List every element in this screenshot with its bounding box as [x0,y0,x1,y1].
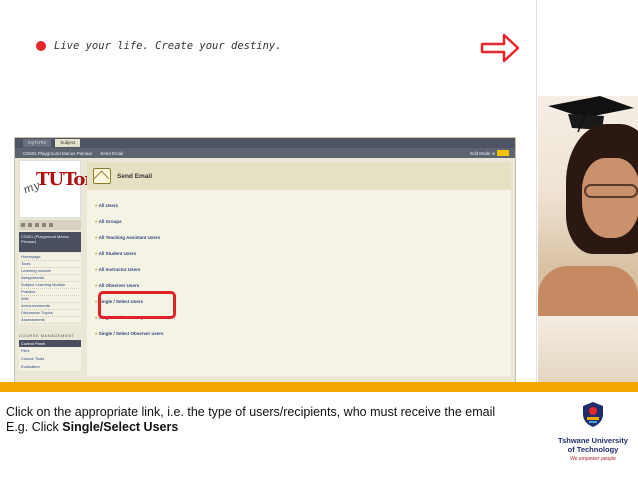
highlight-box [98,291,176,319]
tagline-text: Live your life. Create your destiny. [54,40,282,52]
photo-face [582,158,638,238]
link-all-groups[interactable]: All Groups [95,214,511,230]
recipient-links: All Users All Groups All Teaching Assist… [87,190,511,342]
course-menu: Homepage Tools Learning module Assignmen… [19,253,81,325]
lms-screenshot: myTUTor Subject CS601 Playground Marius … [14,137,516,383]
edit-mode-toggle[interactable]: Edit Mode is [470,150,515,156]
edit-mode-label: Edit Mode is [470,150,495,156]
course-menu-item[interactable]: Subject Learning Module [21,282,79,289]
control-panel-item[interactable]: Course Tools [19,355,81,363]
control-panel-item[interactable]: Files [19,347,81,355]
sidebar-toolbar [19,220,81,230]
bullet-dot-icon [36,41,46,51]
refresh-icon[interactable] [28,223,32,227]
add-icon[interactable] [21,223,25,227]
university-name-line1: Tshwane University [558,436,628,445]
lms-top-tabs: myTUTor Subject [15,138,515,148]
course-menu-item[interactable]: Assessments [21,317,79,324]
course-title-block: CS601 (Playground Marius Pienaar) [19,232,81,252]
link-all-teaching-assistant-users[interactable]: All Teaching Assistant Users [95,230,511,246]
caption-line-2: E.g. Click Single/Select Users [6,420,536,435]
tab-mytutor[interactable]: myTUTor [23,139,52,147]
course-menu-item[interactable]: Wiki [21,296,79,303]
link-all-student-users[interactable]: All Student Users [95,246,511,262]
university-name-line2: of Technology [567,445,619,454]
breadcrumb-page: Send Email [100,150,124,156]
logo-tutor-text: TUTor [36,169,94,190]
course-menu-item[interactable]: Tools [21,261,79,268]
breadcrumb: CS601 Playground Marius Pienaar Send Ema… [15,148,515,158]
yellow-bar [0,382,638,392]
collapse-icon[interactable] [49,223,53,227]
vertical-divider [536,0,537,390]
link-single-select-observer-users[interactable]: Single / Select Observer users [95,326,511,342]
right-arrow-icon [480,33,520,63]
page-title-text: Send Email [117,172,153,180]
tut-emblem-icon [583,402,603,427]
control-panel-item[interactable]: Evaluation [19,363,81,371]
expand-icon[interactable] [42,223,46,227]
course-menu-item[interactable]: Homepage [21,254,79,261]
university-name: Tshwane University of Technology [558,436,628,454]
envelope-icon [93,168,111,184]
tab-subject[interactable]: Subject [55,139,81,147]
course-menu-item[interactable]: Announcements [21,303,79,310]
course-menu-item[interactable]: Learning module [21,268,79,275]
control-panel-header[interactable]: Control Panel [19,340,81,347]
course-menu-item[interactable]: Practice [21,289,79,296]
sort-icon[interactable] [35,223,39,227]
course-menu-item[interactable]: Discussion Topics [21,310,79,317]
link-all-users[interactable]: All Users [95,198,511,214]
photo-book [538,316,638,382]
university-slogan: We empower people [570,456,616,462]
glasses-icon [584,184,638,198]
course-management-label: COURSE MANAGEMENT [19,333,75,338]
course-menu-item[interactable]: Assignments [21,275,79,282]
caption-bold: Single/Select Users [62,420,179,434]
breadcrumb-course[interactable]: CS601 Playground Marius Pienaar [23,151,92,156]
edit-mode-on-button[interactable] [497,150,509,156]
instruction-caption: Click on the appropriate link, i.e. the … [6,405,536,435]
link-all-instructor-users[interactable]: All Instructor Users [95,262,511,278]
caption-line-1: Click on the appropriate link, i.e. the … [6,405,496,419]
tut-logo: Tshwane University of Technology We empo… [558,400,628,462]
student-photo [538,96,638,382]
send-email-panel: Send Email All Users All Groups All Teac… [87,162,511,376]
lms-sidebar: my TUTor CS601 (Playground Marius Pienaa… [19,160,94,382]
mytutor-logo: my TUTor [19,160,94,218]
caption-prefix: E.g. Click [6,420,63,434]
tagline: Live your life. Create your destiny. [36,40,282,52]
page-title: Send Email [87,162,511,190]
